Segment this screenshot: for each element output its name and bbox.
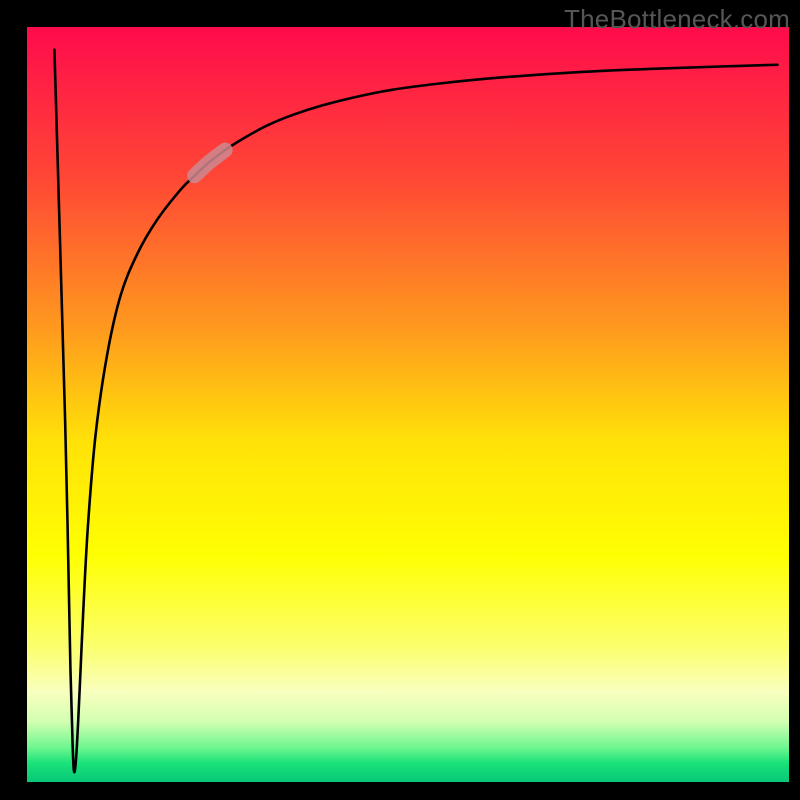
plot-background	[27, 27, 789, 782]
watermark-label: TheBottleneck.com	[564, 4, 790, 35]
bottleneck-chart	[0, 0, 800, 800]
chart-frame: TheBottleneck.com	[0, 0, 800, 800]
